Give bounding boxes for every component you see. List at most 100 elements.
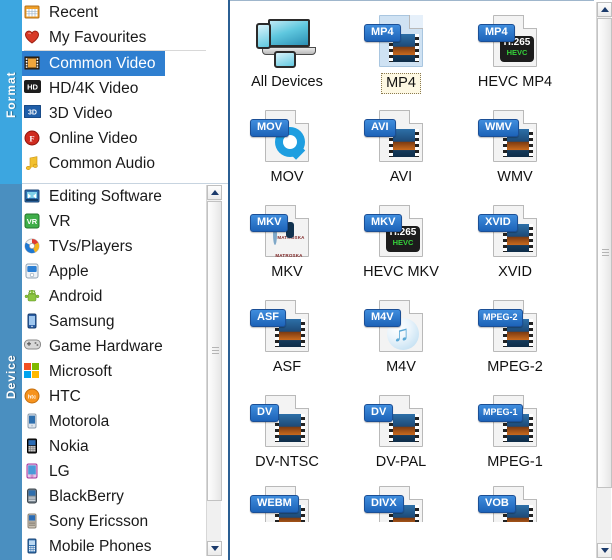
sidebar-item-my-favourites[interactable]: My Favourites xyxy=(22,25,212,50)
category-list-top: Recent My Favourites Common Video HD HD/4K V… xyxy=(22,0,212,176)
sidebar-item-game-hardware[interactable]: Game Hardware xyxy=(22,334,212,359)
format-item-mkv[interactable]: MATROSKAMATROSKAMKVMKV xyxy=(232,193,342,288)
category-panel-device: Editing Software VR VR TVs/Players Apple Andr… xyxy=(22,184,228,560)
chevron-up-icon xyxy=(600,7,609,12)
format-icon: M4V xyxy=(364,296,434,356)
sidebar-item-label: Common Video xyxy=(49,54,156,72)
sidebar-item-apple[interactable]: Apple xyxy=(22,259,212,284)
format-item-all-devices[interactable]: All Devices xyxy=(232,3,342,98)
film-strip-icon xyxy=(389,414,419,442)
sidebar-item-3d-video[interactable]: 3D 3D Video xyxy=(22,101,212,126)
file-page-icon: MP4 xyxy=(364,15,423,67)
tab-device[interactable]: Device xyxy=(0,184,22,560)
format-item-mov[interactable]: MOV MOV xyxy=(232,98,342,193)
mobile-icon xyxy=(24,538,42,556)
format-icon: ASF xyxy=(250,296,320,356)
sidebar-item-lg[interactable]: LG xyxy=(22,459,212,484)
format-tag-badge: M4V xyxy=(364,309,401,327)
sidebar-item-label: 3D Video xyxy=(49,104,113,122)
sidebar-item-label: BlackBerry xyxy=(49,487,124,505)
format-icon: WEBM xyxy=(250,486,320,522)
microsoft-icon xyxy=(24,362,42,381)
sidebar-item-htc[interactable]: htc HTC xyxy=(22,384,212,409)
tv-icon xyxy=(24,238,42,256)
sidebar-item-label: Motorola xyxy=(49,412,110,430)
sidebar-item-motorola[interactable]: Motorola xyxy=(22,409,212,434)
sidebar-item-blackberry[interactable]: BlackBerry xyxy=(22,484,212,509)
sidebar-item-online-video[interactable]: F Online Video xyxy=(22,126,212,151)
format-tag-badge: WMV xyxy=(478,119,519,137)
sidebar-scroll-thumb[interactable] xyxy=(207,201,222,501)
format-label: MP4 xyxy=(381,73,421,94)
file-page-icon: M4V xyxy=(364,300,423,352)
lg-icon xyxy=(24,463,42,481)
music-note-icon xyxy=(24,155,42,173)
format-tag-badge: MP4 xyxy=(478,24,515,42)
motorola-icon xyxy=(24,413,42,431)
sidebar-item-sony-ericsson[interactable]: Sony Ericsson xyxy=(22,509,212,534)
format-icon: MATROSKAMATROSKAMKV xyxy=(250,201,320,261)
format-item-vob[interactable]: VOB xyxy=(460,478,570,522)
category-list-bottom: Editing Software VR VR TVs/Players Apple Andr… xyxy=(22,184,212,559)
format-item-mpeg-1[interactable]: MPEG-1 MPEG-1 xyxy=(460,383,570,478)
format-item-mpeg-2[interactable]: MPEG-2 MPEG-2 xyxy=(460,288,570,383)
format-label: AVI xyxy=(389,169,413,185)
sidebar-item-recent[interactable]: Recent xyxy=(22,0,212,25)
tab-format[interactable]: Format xyxy=(0,0,22,184)
format-item-xvid[interactable]: XVID XVID xyxy=(460,193,570,288)
format-item-asf[interactable]: ASF ASF xyxy=(232,288,342,383)
format-tag-badge: MKV xyxy=(250,214,289,232)
sidebar-item-tvs-players[interactable]: TVs/Players xyxy=(22,234,212,259)
sidebar-scrollbar[interactable] xyxy=(206,185,222,556)
format-icon: AVI xyxy=(364,106,434,166)
main-scroll-down-button[interactable] xyxy=(597,543,612,558)
vertical-tab-rail: Format Device xyxy=(0,0,22,560)
gamepad-icon xyxy=(24,338,42,356)
samsung-icon xyxy=(24,313,42,331)
sidebar-item-mobile-phones[interactable]: Mobile Phones xyxy=(22,534,212,559)
sidebar-item-microsoft[interactable]: Microsoft xyxy=(22,359,212,384)
sidebar-item-hd-4k-video[interactable]: HD HD/4K Video xyxy=(22,76,212,101)
sidebar-item-samsung[interactable]: Samsung xyxy=(22,309,212,334)
format-label: MKV xyxy=(271,264,303,280)
main-scroll-up-button[interactable] xyxy=(597,2,612,17)
film-icon xyxy=(24,55,42,73)
format-item-webm[interactable]: WEBM xyxy=(232,478,342,522)
format-item-avi[interactable]: AVI AVI xyxy=(346,98,456,193)
format-tag-badge: MPEG-1 xyxy=(478,404,523,422)
format-icon: DIVX xyxy=(364,486,434,522)
format-tag-badge: DV xyxy=(250,404,280,422)
sidebar-item-nokia[interactable]: Nokia xyxy=(22,434,212,459)
format-label: DV-NTSC xyxy=(255,454,319,470)
format-label: ASF xyxy=(272,359,302,375)
3d-badge-icon: 3D xyxy=(24,104,42,123)
file-page-icon: DIVX xyxy=(364,486,423,522)
main-scrollbar[interactable] xyxy=(596,2,612,558)
sidebar-item-common-video[interactable]: Common Video xyxy=(22,51,165,76)
main-scroll-thumb[interactable] xyxy=(597,18,612,488)
format-item-divx[interactable]: DIVX xyxy=(346,478,456,522)
format-item-dv-pal[interactable]: DV DV-PAL xyxy=(346,383,456,478)
format-item-m4v[interactable]: M4V M4V xyxy=(346,288,456,383)
sidebar-item-vr[interactable]: VR VR xyxy=(22,209,212,234)
sidebar-item-label: Samsung xyxy=(49,312,115,330)
sidebar-item-label: HTC xyxy=(49,387,81,405)
sidebar-scroll-up-button[interactable] xyxy=(207,185,222,200)
format-icon: DV xyxy=(250,391,320,451)
format-label: M4V xyxy=(386,359,416,375)
sidebar-item-common-audio[interactable]: Common Audio xyxy=(22,151,212,176)
format-icon: WMV xyxy=(478,106,548,166)
sidebar-scroll-down-button[interactable] xyxy=(207,541,222,556)
format-item-wmv[interactable]: WMV WMV xyxy=(460,98,570,193)
format-tag-badge: WEBM xyxy=(250,495,299,513)
format-item-hevc-mkv[interactable]: H.265 HEVC MKV HEVC MKV xyxy=(346,193,456,288)
sidebar-item-editing-software[interactable]: Editing Software xyxy=(22,184,212,209)
vr-icon: VR xyxy=(24,213,42,231)
sidebar-item-android[interactable]: Android xyxy=(22,284,212,309)
format-item-hevc-mp4[interactable]: H.265 HEVC MP4 HEVC MP4 xyxy=(460,3,570,98)
format-item-dv-ntsc[interactable]: DV DV-NTSC xyxy=(232,383,342,478)
sidebar-item-label: TVs/Players xyxy=(49,237,133,255)
format-tag-badge: ASF xyxy=(250,309,286,327)
svg-text:VR: VR xyxy=(27,216,38,225)
format-item-mp4[interactable]: MP4 MP4 xyxy=(346,3,456,98)
